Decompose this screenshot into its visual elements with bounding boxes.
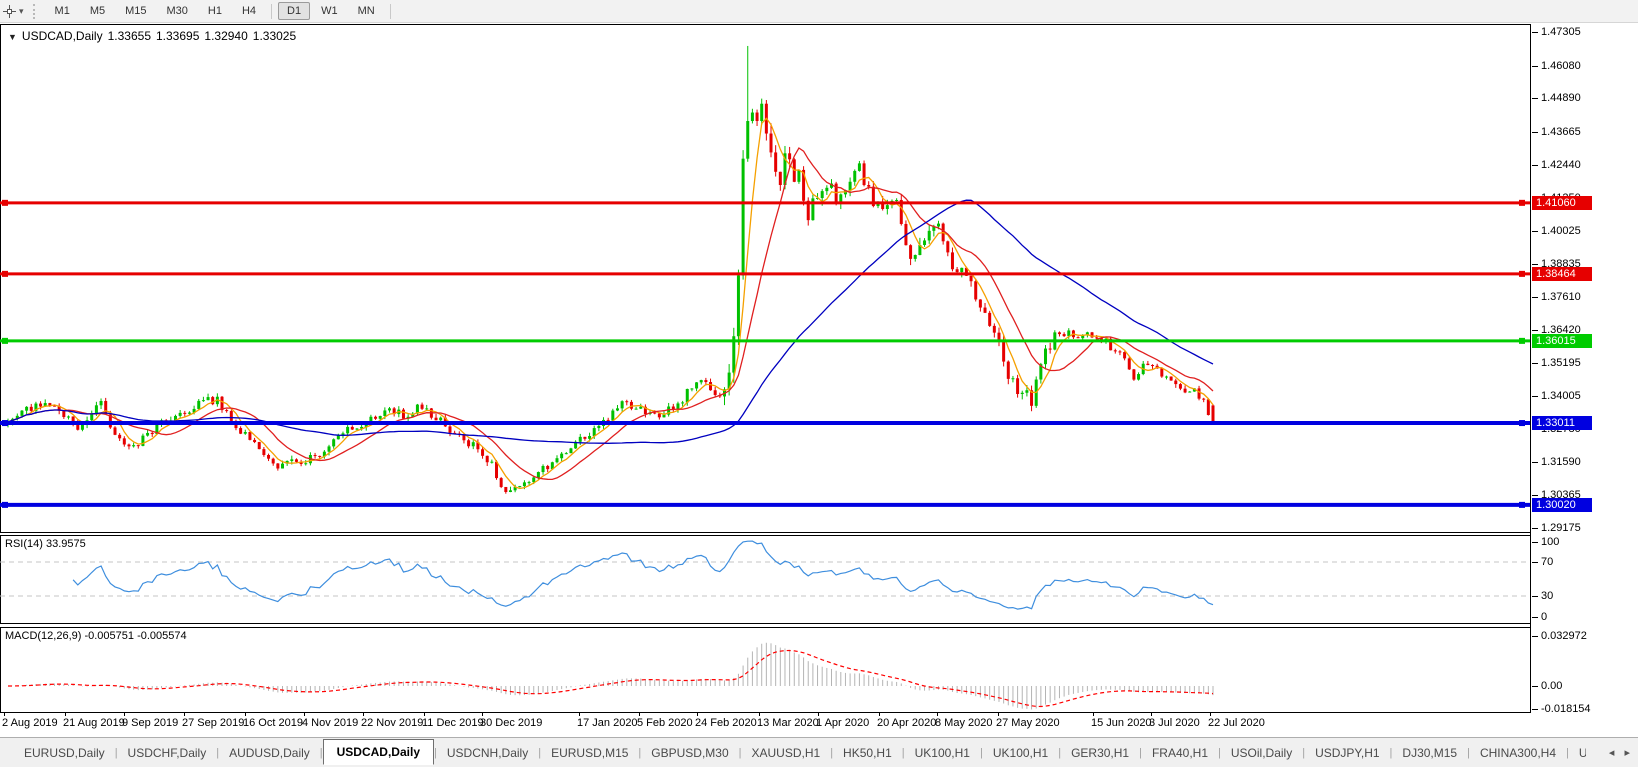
tab-scroll-right-button[interactable]: ▸ <box>1624 747 1630 759</box>
price-tick-label: 1.40025 <box>1532 225 1581 238</box>
chart-tab-usdjpy-h1[interactable]: USDJPY,H1 <box>1305 742 1389 764</box>
price-level-badge[interactable]: 1.36015 <box>1532 333 1592 348</box>
cursor-dropdown-caret-icon[interactable]: ▾ <box>19 6 24 17</box>
timeframe-button-d1[interactable]: D1 <box>278 2 311 20</box>
price-level-badge[interactable]: 1.41060 <box>1532 195 1592 210</box>
chart-tab-usoil-h4[interactable]: USOil,H4 <box>1569 742 1586 764</box>
date-tick-label: 16 Oct 2019 <box>243 713 303 729</box>
timeframe-button-m15[interactable]: M15 <box>116 2 155 20</box>
rsi-canvas[interactable] <box>0 535 1531 624</box>
date-tick-label: 11 Dec 2019 <box>422 713 484 729</box>
date-tick-label: 27 Sep 2019 <box>182 713 245 729</box>
rsi-tick-label: 100 <box>1531 536 1560 548</box>
tab-scrollers: ◂ ▸ <box>1602 746 1630 759</box>
chart-title: ▼ USDCAD,Daily 1.33655 1.33695 1.32940 1.3302… <box>8 29 301 43</box>
chart-tab-china300-h4[interactable]: CHINA300,H4 <box>1470 742 1566 764</box>
price-tick-label: 1.42440 <box>1532 159 1581 172</box>
toolbar-separator <box>271 3 273 19</box>
chart-tab-uk100-h1[interactable]: UK100,H1 <box>905 742 980 764</box>
chart-tab-ger30-h1[interactable]: GER30,H1 <box>1061 742 1139 764</box>
chart-tabs: EURUSD,Daily | USDCHF,Daily | AUDUSD,Daily | U… <box>14 738 1586 767</box>
ohlc-low: 1.32940 <box>204 29 248 43</box>
macd-tick-label: 0.032972 <box>1532 630 1587 642</box>
rsi-tick-label: 70 <box>1531 556 1554 568</box>
price-tick-label: 1.44890 <box>1532 92 1581 105</box>
timeframe-button-w1[interactable]: W1 <box>312 2 347 20</box>
chart-symbol-label: USDCAD,Daily <box>21 29 103 43</box>
date-tick-label: 30 Dec 2019 <box>480 713 543 729</box>
crosshair-icon <box>3 4 16 18</box>
ohlc-open: 1.33655 <box>107 29 151 43</box>
date-tick-label: 13 Mar 2020 <box>757 713 819 729</box>
macd-tick-label: 0.00 <box>1531 680 1563 692</box>
price-tick-label: 1.43665 <box>1532 125 1581 138</box>
chart-tab-usdchf-daily[interactable]: USDCHF,Daily <box>118 742 217 764</box>
timeframe-button-h4[interactable]: H4 <box>233 2 265 20</box>
collapse-triangle-icon[interactable]: ▼ <box>8 32 17 42</box>
date-tick-label: 22 Jul 2020 <box>1208 713 1265 729</box>
timeframe-button-m5[interactable]: M5 <box>81 2 114 20</box>
price-level-badge[interactable]: 1.38464 <box>1532 266 1592 281</box>
chart-tab-usdcad-daily[interactable]: USDCAD,Daily <box>322 738 434 765</box>
timeframe-toolbar: ▾ M1 M5 M15 M30 H1 H4 D1 W1 MN <box>0 0 1638 23</box>
price-tick-label: 1.29175 <box>1532 522 1581 534</box>
price-chart-canvas[interactable] <box>0 24 1531 533</box>
chart-tab-eurusd-daily[interactable]: EURUSD,Daily <box>14 742 115 764</box>
rsi-indicator-label: RSI(14) 33.9575 <box>5 538 86 550</box>
rsi-tick-label: 0 <box>1531 611 1548 623</box>
timeframe-button-h1[interactable]: H1 <box>199 2 231 20</box>
price-tick-label: 1.31590 <box>1532 455 1581 468</box>
price-axis[interactable]: 1.473051.460801.448901.436651.424401.412… <box>1530 0 1638 766</box>
date-tick-label: 21 Aug 2019 <box>63 713 125 729</box>
price-tick-label: 1.46080 <box>1532 59 1581 72</box>
date-tick-label: 24 Feb 2020 <box>695 713 757 729</box>
chart-tab-audusd-daily[interactable]: AUDUSD,Daily <box>219 742 320 764</box>
date-tick-label: 17 Jan 2020 <box>577 713 638 729</box>
mt4-window: ▾ M1 M5 M15 M30 H1 H4 D1 W1 MN ▼ USDCAD,Daily 1.33… <box>0 0 1638 767</box>
date-tick-label: 20 Apr 2020 <box>877 713 937 729</box>
chart-tab-bar: EURUSD,Daily | USDCHF,Daily | AUDUSD,Daily | U… <box>0 737 1638 767</box>
date-tick-label: 22 Nov 2019 <box>361 713 424 729</box>
price-level-badge[interactable]: 1.30020 <box>1532 497 1592 512</box>
date-axis[interactable]: 2 Aug 2019 21 Aug 2019 9 Sep 2019 27 Sep 20… <box>0 713 1531 737</box>
date-tick-label: 4 Nov 2019 <box>302 713 359 729</box>
tab-scroll-left-button[interactable]: ◂ <box>1609 747 1615 759</box>
ohlc-close: 1.33025 <box>252 29 297 43</box>
price-tick-label: 1.37610 <box>1532 291 1581 304</box>
chart-tab-gbpusd-m30[interactable]: GBPUSD,M30 <box>641 742 738 764</box>
date-tick-label: 8 May 2020 <box>935 713 993 729</box>
rsi-tick-label: 30 <box>1531 590 1554 602</box>
cursor-tool-group[interactable]: ▾ <box>0 4 27 18</box>
macd-indicator-label: MACD(12,26,9) -0.005751 -0.005574 <box>5 630 187 642</box>
toolbar-grip[interactable] <box>32 3 38 19</box>
macd-tick-label: -0.018154 <box>1532 703 1591 715</box>
chart-tab-fra40-h1[interactable]: FRA40,H1 <box>1142 742 1218 764</box>
price-tick-label: 1.47305 <box>1532 26 1581 38</box>
price-tick-label: 1.35195 <box>1532 357 1581 370</box>
macd-canvas[interactable] <box>0 627 1531 713</box>
timeframe-button-mn[interactable]: MN <box>349 2 384 20</box>
axis-border-line <box>1530 24 1531 713</box>
chart-tab-usoil-daily[interactable]: USOil,Daily <box>1221 742 1302 764</box>
chart-tab-uk100-h1[interactable]: UK100,H1 <box>983 742 1058 764</box>
chart-tab-hk50-h1[interactable]: HK50,H1 <box>833 742 902 764</box>
timeframe-button-m1[interactable]: M1 <box>46 2 79 20</box>
chart-tab-usdcnh-daily[interactable]: USDCNH,Daily <box>437 742 538 764</box>
date-tick-label: 15 Jun 2020 <box>1091 713 1152 729</box>
date-tick-label: 5 Feb 2020 <box>637 713 693 729</box>
date-tick-label: 27 May 2020 <box>996 713 1060 729</box>
date-tick-label: 3 Jul 2020 <box>1149 713 1200 729</box>
date-tick-label: 9 Sep 2019 <box>122 713 179 729</box>
ohlc-high: 1.33695 <box>156 29 200 43</box>
price-tick-label: 1.34005 <box>1532 389 1581 402</box>
chart-tab-xauusd-h1[interactable]: XAUUSD,H1 <box>742 742 831 764</box>
timeframe-button-m30[interactable]: M30 <box>158 2 197 20</box>
date-tick-label: 2 Aug 2019 <box>2 713 58 729</box>
price-level-badge[interactable]: 1.33011 <box>1532 416 1592 431</box>
toolbar-separator <box>389 3 391 19</box>
chart-tab-dj30-m15[interactable]: DJ30,M15 <box>1392 742 1467 764</box>
chart-tab-eurusd-m15[interactable]: EURUSD,M15 <box>541 742 638 764</box>
date-tick-label: 1 Apr 2020 <box>816 713 870 729</box>
